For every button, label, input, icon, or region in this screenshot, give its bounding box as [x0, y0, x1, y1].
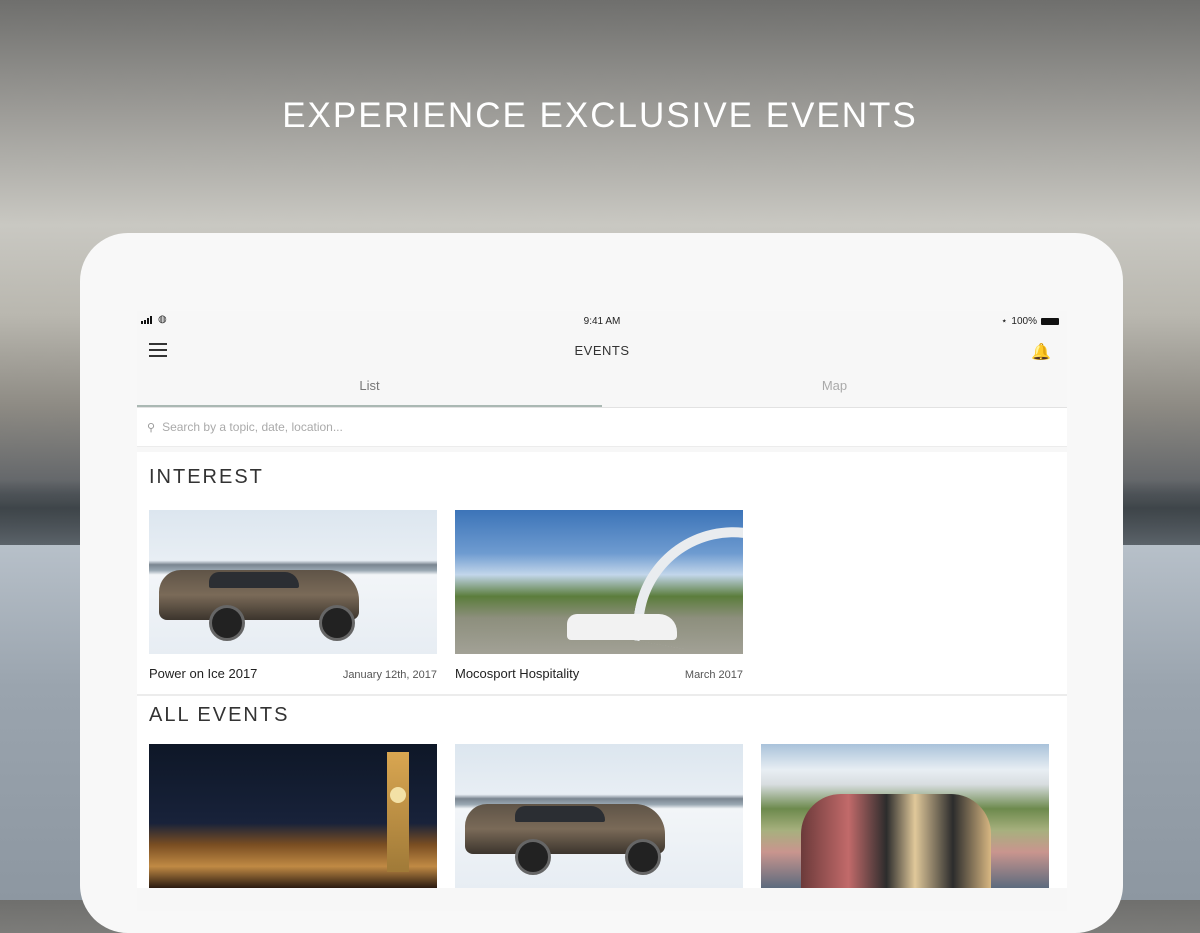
status-bar: ◍ 9:41 AM ⋆ 100%: [137, 311, 1067, 333]
status-right: ⋆ 100%: [1001, 316, 1059, 327]
wheel: [209, 605, 245, 641]
card-meta: Mocosport Hospitality March 2017: [455, 654, 743, 694]
event-name: Mocosport Hospitality: [455, 666, 580, 681]
all-events-cards: [149, 744, 1055, 888]
wheel: [625, 839, 661, 875]
bluetooth-icon: ⋆: [1001, 316, 1008, 327]
interest-section: INTEREST Power on Ice 2017 January 12th,…: [137, 452, 1067, 696]
bell-icon[interactable]: 🔔: [1031, 342, 1051, 362]
app-screen: ◍ 9:41 AM ⋆ 100% EVENTS 🔔 List Map ⚲ INT…: [137, 311, 1067, 911]
event-card[interactable]: Power on Ice 2017 January 12th, 2017: [149, 510, 437, 694]
event-card[interactable]: [149, 744, 437, 888]
people-shape: [801, 794, 991, 888]
interest-heading: INTEREST: [149, 466, 264, 488]
snow-suv-photo: [455, 744, 743, 888]
wheel: [515, 839, 551, 875]
tab-list[interactable]: List: [137, 369, 602, 407]
event-name: Power on Ice 2017: [149, 666, 258, 681]
all-events-heading: ALL EVENTS: [149, 704, 290, 726]
interest-cards: Power on Ice 2017 January 12th, 2017 Moc…: [149, 502, 1055, 694]
promo-headline: EXPERIENCE EXCLUSIVE EVENTS: [282, 96, 918, 135]
event-card[interactable]: Mocosport Hospitality March 2017: [455, 510, 743, 694]
event-card[interactable]: [761, 744, 1049, 888]
wheel: [319, 605, 355, 641]
page-title: EVENTS: [574, 343, 630, 358]
search-bar: ⚲: [137, 408, 1067, 447]
card-meta: Power on Ice 2017 January 12th, 2017: [149, 654, 437, 694]
race-car-shape: [567, 614, 677, 640]
nav-bar: EVENTS 🔔: [137, 333, 1067, 369]
parliament-night-photo: [149, 744, 437, 888]
snow-suv-photo: [149, 510, 437, 654]
battery-percent: 100%: [1011, 316, 1037, 327]
garden-crowd-photo: [761, 744, 1049, 888]
view-tabs: List Map: [137, 369, 1067, 408]
racing-festival-photo: [455, 510, 743, 654]
battery-icon: [1041, 318, 1059, 325]
event-date: March 2017: [684, 669, 743, 681]
search-input[interactable]: [160, 419, 665, 435]
search-icon: ⚲: [147, 421, 156, 434]
event-card[interactable]: [455, 744, 743, 888]
status-time: 9:41 AM: [583, 316, 621, 327]
event-date: January 12th, 2017: [342, 669, 437, 681]
tab-map[interactable]: Map: [602, 369, 1067, 407]
all-events-section: ALL EVENTS: [137, 696, 1067, 888]
clock-tower-shape: [387, 752, 409, 872]
